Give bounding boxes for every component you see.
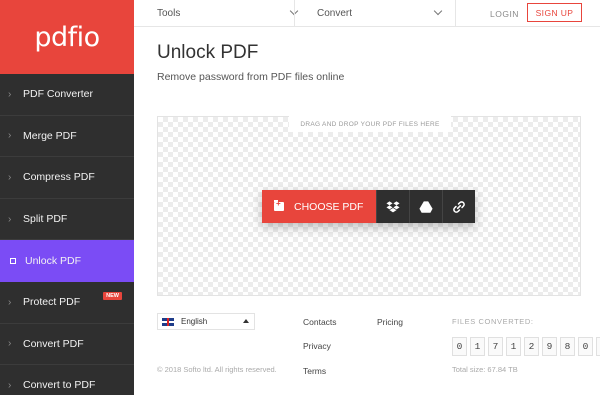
logo-box[interactable]: pdfio [0,0,134,74]
chevron-right-icon: › [8,379,12,391]
total-size: Total size: 67.84 TB [452,365,518,374]
sidebar-item-protect-pdf[interactable]: › Protect PDF NEW [0,282,134,324]
counter-digit: 1 [470,337,485,356]
uk-flag-icon [162,317,174,326]
sidebar-item-label: Merge PDF [23,129,77,142]
sidebar-item-label: Unlock PDF [25,254,82,267]
dropbox-button[interactable] [376,190,409,223]
url-link-button[interactable] [442,190,475,223]
chevron-right-icon: › [8,213,12,225]
upload-button-group: CHOOSE PDF [262,190,475,223]
chevron-right-icon: › [8,130,12,142]
counter-digit: 7 [488,337,503,356]
divider [455,0,456,27]
counter-digit: 2 [524,337,539,356]
new-badge: NEW [103,291,122,300]
login-link[interactable]: LOGIN [490,0,519,27]
google-drive-button[interactable] [409,190,442,223]
counter-digit: 1 [506,337,521,356]
sidebar-item-split-pdf[interactable]: › Split PDF [0,199,134,241]
choose-pdf-label: CHOOSE PDF [294,200,364,213]
dropzone-label: DRAG AND DROP YOUR PDF FILES HERE [289,116,451,132]
sidebar-item-label: Convert to PDF [23,379,96,392]
privacy-link[interactable]: Privacy [303,341,331,351]
page-title: Unlock PDF [157,42,259,63]
google-drive-icon [419,200,433,213]
counter-digit: 9 [542,337,557,356]
terms-link[interactable]: Terms [303,366,326,376]
square-icon [10,257,16,264]
divider [294,0,295,27]
sidebar-item-label: Split PDF [23,213,68,226]
language-label: English [181,317,208,326]
counter-digit: 8 [560,337,575,356]
page-subtitle: Remove password from PDF files online [157,71,345,83]
chevron-down-icon [433,6,443,16]
pricing-link[interactable]: Pricing [377,317,403,327]
convert-dropdown-label: Convert [317,8,353,19]
counter-digit: 0 [452,337,467,356]
files-converted-label: FILES CONVERTED: [452,317,534,326]
folder-add-icon [274,199,284,211]
sidebar-nav: › PDF Converter › Merge PDF › Compress P… [0,74,134,395]
chevron-right-icon: › [8,88,12,100]
chevron-right-icon: › [8,338,12,350]
counter-digit: 0 [578,337,593,356]
sidebar-item-unlock-pdf[interactable]: Unlock PDF [0,240,134,282]
counter-digit: 0 [596,337,600,356]
tools-dropdown-label: Tools [157,8,181,19]
signup-button[interactable]: SIGN UP [527,3,582,22]
sidebar-item-compress-pdf[interactable]: › Compress PDF [0,157,134,199]
copyright: © 2018 Softo ltd. All rights reserved. [157,365,277,374]
top-bar: Tools Convert LOGIN SIGN UP [134,0,600,27]
sidebar: pdfio › PDF Converter › Merge PDF › Comp… [0,0,134,395]
sidebar-item-merge-pdf[interactable]: › Merge PDF [0,116,134,158]
sidebar-item-label: Protect PDF [23,296,81,309]
sidebar-item-label: PDF Converter [23,88,94,101]
tools-dropdown[interactable]: Tools [157,0,299,27]
sidebar-item-convert-pdf[interactable]: › Convert PDF [0,324,134,366]
caret-up-icon [243,319,249,323]
contacts-link[interactable]: Contacts [303,317,337,327]
sidebar-item-convert-to-pdf[interactable]: › Convert to PDF [0,365,134,395]
sidebar-item-pdf-converter[interactable]: › PDF Converter [0,74,134,116]
chevron-right-icon: › [8,296,12,308]
files-converted-counter: 0 , 1 , 7 , 1 , 2 , 9 , 8 , 0 , 0 [452,337,600,356]
language-select[interactable]: English [157,313,255,330]
chevron-right-icon: › [8,171,12,183]
convert-dropdown[interactable]: Convert [317,0,443,27]
dropbox-icon [386,200,400,212]
logo: pdfio [34,21,100,53]
link-icon [453,200,465,213]
sidebar-item-label: Convert PDF [23,337,84,350]
choose-pdf-button[interactable]: CHOOSE PDF [262,190,376,223]
sidebar-item-label: Compress PDF [23,171,95,184]
